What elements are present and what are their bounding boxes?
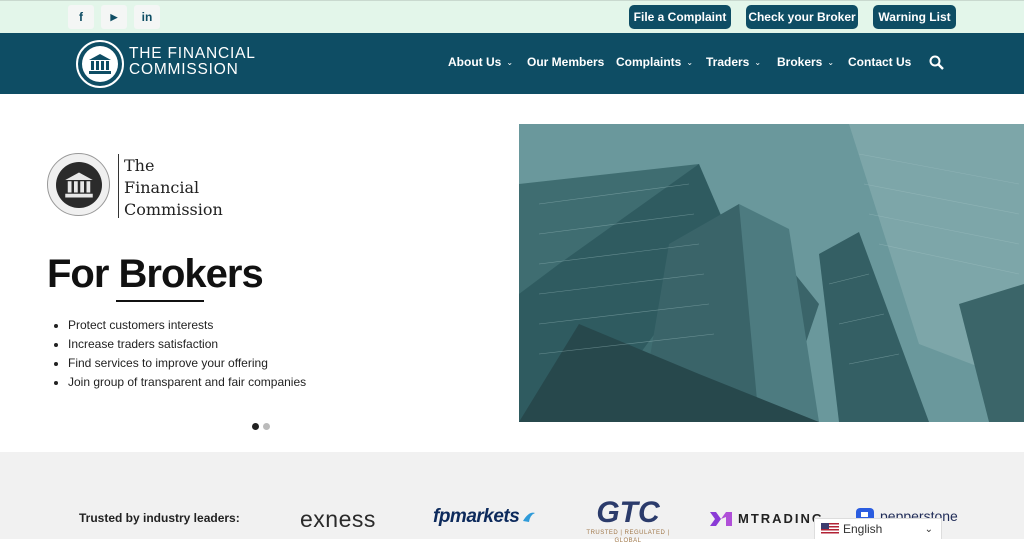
facebook-icon[interactable]: f [68,5,94,29]
nav-complaints[interactable]: Complaints ⌄ [616,55,693,69]
list-item: Find services to improve your offering [68,355,306,374]
nav-traders[interactable]: Traders ⌄ [706,55,761,69]
chevron-down-icon: ⌄ [827,57,835,67]
list-item: Protect customers interests [68,317,306,336]
trusted-label: Trusted by industry leaders: [79,511,240,525]
search-icon[interactable] [929,55,944,75]
mtrading-mark-icon [710,511,732,526]
nav-about-us[interactable]: About Us ⌄ [448,55,513,69]
chevron-down-icon: ⌄ [754,57,762,67]
gtc-logo[interactable]: GTC TRUSTED | REGULATED | GLOBAL [574,497,682,545]
site-logo-text[interactable]: THE FINANCIAL COMMISSION [129,46,256,78]
hero-image [519,124,1024,422]
hero-logo [47,153,110,216]
site-logo[interactable] [76,40,124,88]
language-selector[interactable]: English ⌄ [814,518,942,539]
exness-logo[interactable]: exness [300,506,376,533]
chevron-down-icon: ⌄ [924,523,933,535]
linkedin-icon[interactable]: in [134,5,160,29]
top-bar: f ▶ in File a Complaint Check your Broke… [0,0,1024,33]
language-label: English [843,522,883,536]
list-item: Increase traders satisfaction [68,336,306,355]
building-icon [55,161,102,208]
list-item: Join group of transparent and fair compa… [68,374,306,393]
hero-headline: For Brokers [47,252,264,296]
chevron-down-icon: ⌄ [506,57,514,67]
file-complaint-button[interactable]: File a Complaint [629,5,731,29]
slider-dot-1[interactable] [252,423,259,430]
youtube-icon[interactable]: ▶ [101,5,127,29]
logo-line2: COMMISSION [129,61,239,78]
headline-underline [116,300,204,302]
hero-bullet-list: Protect customers interests Increase tra… [68,317,306,393]
building-icon [82,46,118,82]
chevron-down-icon: ⌄ [686,57,694,67]
nav-our-members[interactable]: Our Members [527,55,604,69]
hero-logo-text: The Financial Commission [124,156,223,219]
hero-logo-divider [118,154,119,218]
slider-dot-2[interactable] [263,423,270,430]
fpmarkets-logo[interactable]: fpmarkets [433,506,537,528]
us-flag-icon [821,523,839,535]
main-navbar: THE FINANCIAL COMMISSION About Us ⌄ Our M… [0,33,1024,94]
nav-contact-us[interactable]: Contact Us [848,55,911,69]
logo-line1: THE FINANCIAL [129,45,256,62]
check-broker-button[interactable]: Check your Broker [746,5,858,29]
wave-icon [523,512,536,522]
nav-brokers[interactable]: Brokers ⌄ [777,55,834,69]
warning-list-button[interactable]: Warning List [873,5,956,29]
mtrading-logo[interactable]: MTRADING [710,511,824,526]
